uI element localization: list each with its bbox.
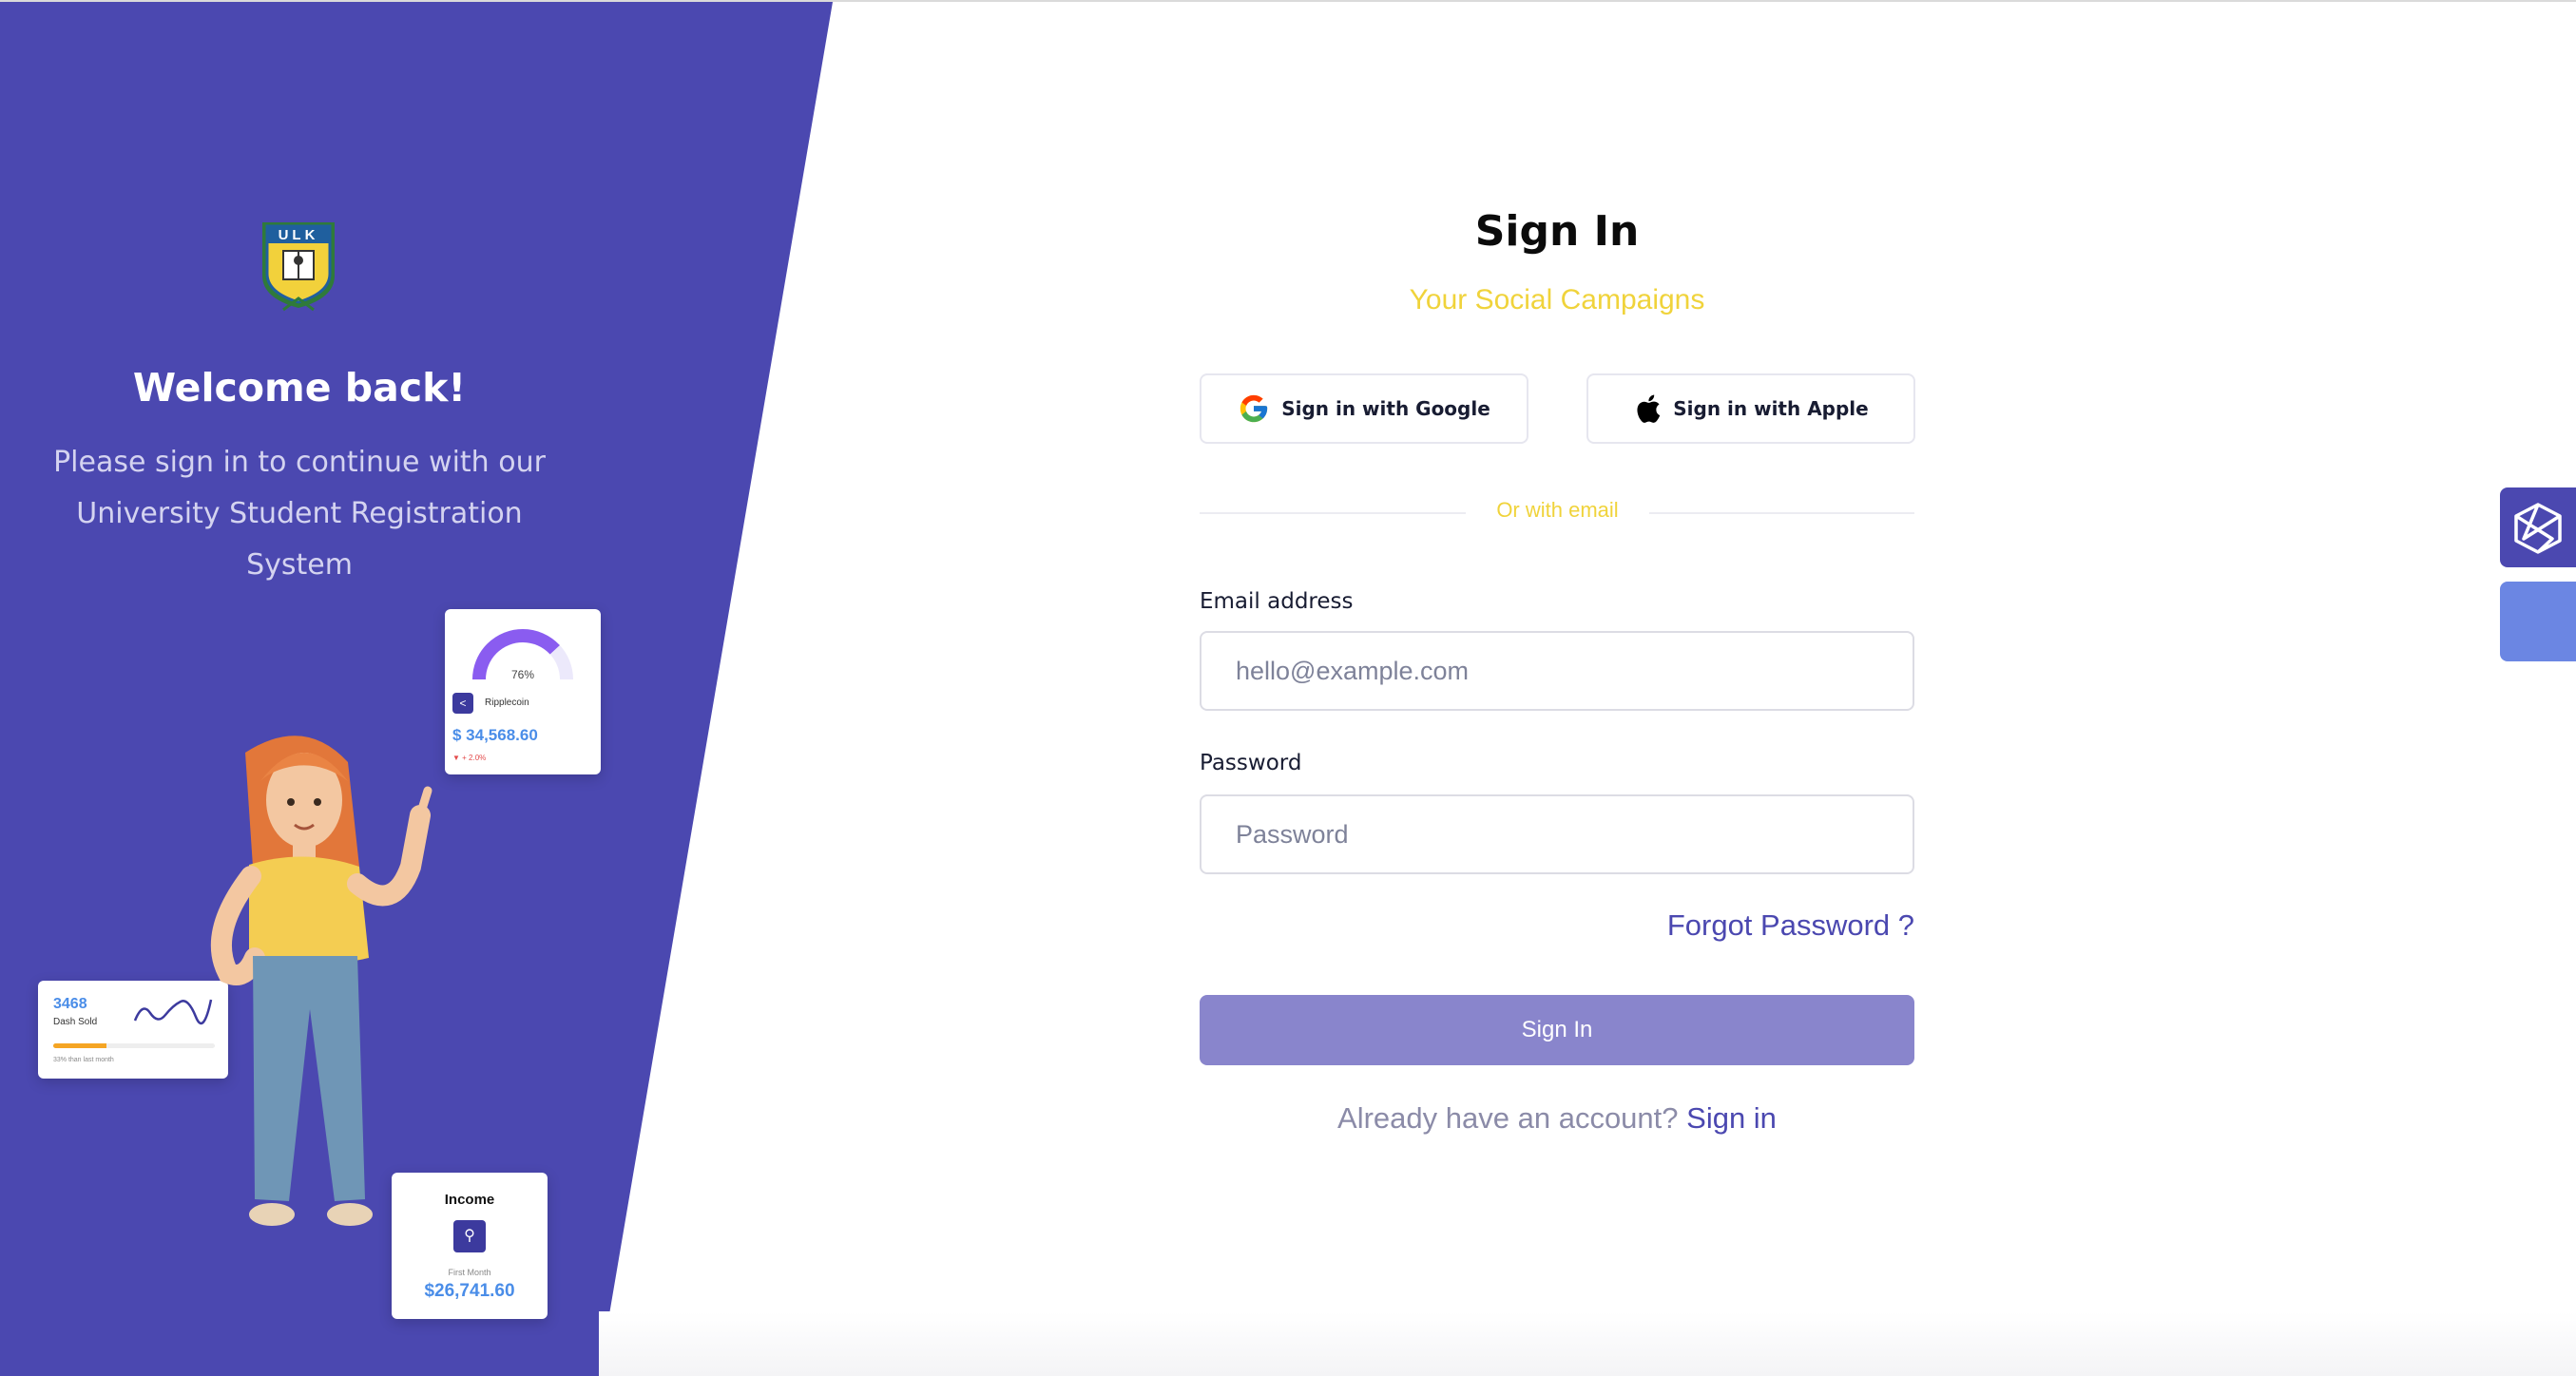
university-logo: ULK <box>262 222 335 312</box>
forgot-password-link[interactable]: Forgot Password ? <box>1667 908 1914 943</box>
google-icon <box>1240 394 1268 423</box>
welcome-subtitle-line: Please sign in to continue with our <box>53 446 546 479</box>
sign-in-button[interactable]: Sign In <box>1200 995 1914 1065</box>
account-prompt: Already have an account? <box>1337 1101 1679 1135</box>
character-illustration <box>210 736 433 1226</box>
income-value: $26,741.60 <box>424 1281 515 1301</box>
apple-signin-label: Sign in with Apple <box>1673 397 1869 420</box>
form-title: Sign In <box>1474 207 1640 256</box>
svg-text:ULK: ULK <box>279 227 319 243</box>
divider-text: Or with email <box>1496 498 1619 522</box>
welcome-title: Welcome back! <box>132 365 467 411</box>
divider-line <box>1649 512 1914 514</box>
email-field[interactable] <box>1200 631 1914 711</box>
coin-name: Ripplecoin <box>485 698 529 708</box>
welcome-subtitle-line: University Student Registration System <box>76 497 523 582</box>
cube-icon <box>2514 503 2562 554</box>
gauge-percent: 76% <box>510 668 535 681</box>
bottom-shade <box>599 1311 2576 1376</box>
divider-line <box>1200 512 1466 514</box>
dash-progress-fill <box>53 1043 107 1048</box>
dash-note: 33% than last month <box>53 1057 114 1063</box>
dash-label: Dash Sold <box>53 1017 98 1027</box>
share-icon: < <box>452 693 473 714</box>
sign-in-link[interactable]: Sign in <box>1686 1101 1777 1135</box>
apple-signin-button[interactable]: Sign in with Apple <box>1586 373 1915 444</box>
income-subtitle: First Month <box>448 1268 491 1277</box>
dash-value: 3468 <box>53 996 87 1012</box>
welcome-panel: ULK Welcome back! Please sign in to cont… <box>0 2 833 1376</box>
google-signin-button[interactable]: Sign in with Google <box>1200 373 1528 444</box>
top-border <box>0 0 2576 2</box>
google-signin-label: Sign in with Google <box>1281 397 1490 420</box>
side-tab-secondary[interactable] <box>2500 582 2576 661</box>
account-prompt-line: Already have an account? Sign in <box>1200 1101 1914 1136</box>
welcome-subtitle: Please sign in to continue with our Univ… <box>19 437 580 591</box>
form-subtitle: Your Social Campaigns <box>1409 284 1705 315</box>
email-label: Email address <box>1200 589 1354 614</box>
password-label: Password <box>1200 751 1302 775</box>
password-field[interactable] <box>1200 794 1914 874</box>
apple-icon <box>1637 394 1661 423</box>
side-tab-builder[interactable] <box>2500 487 2576 567</box>
